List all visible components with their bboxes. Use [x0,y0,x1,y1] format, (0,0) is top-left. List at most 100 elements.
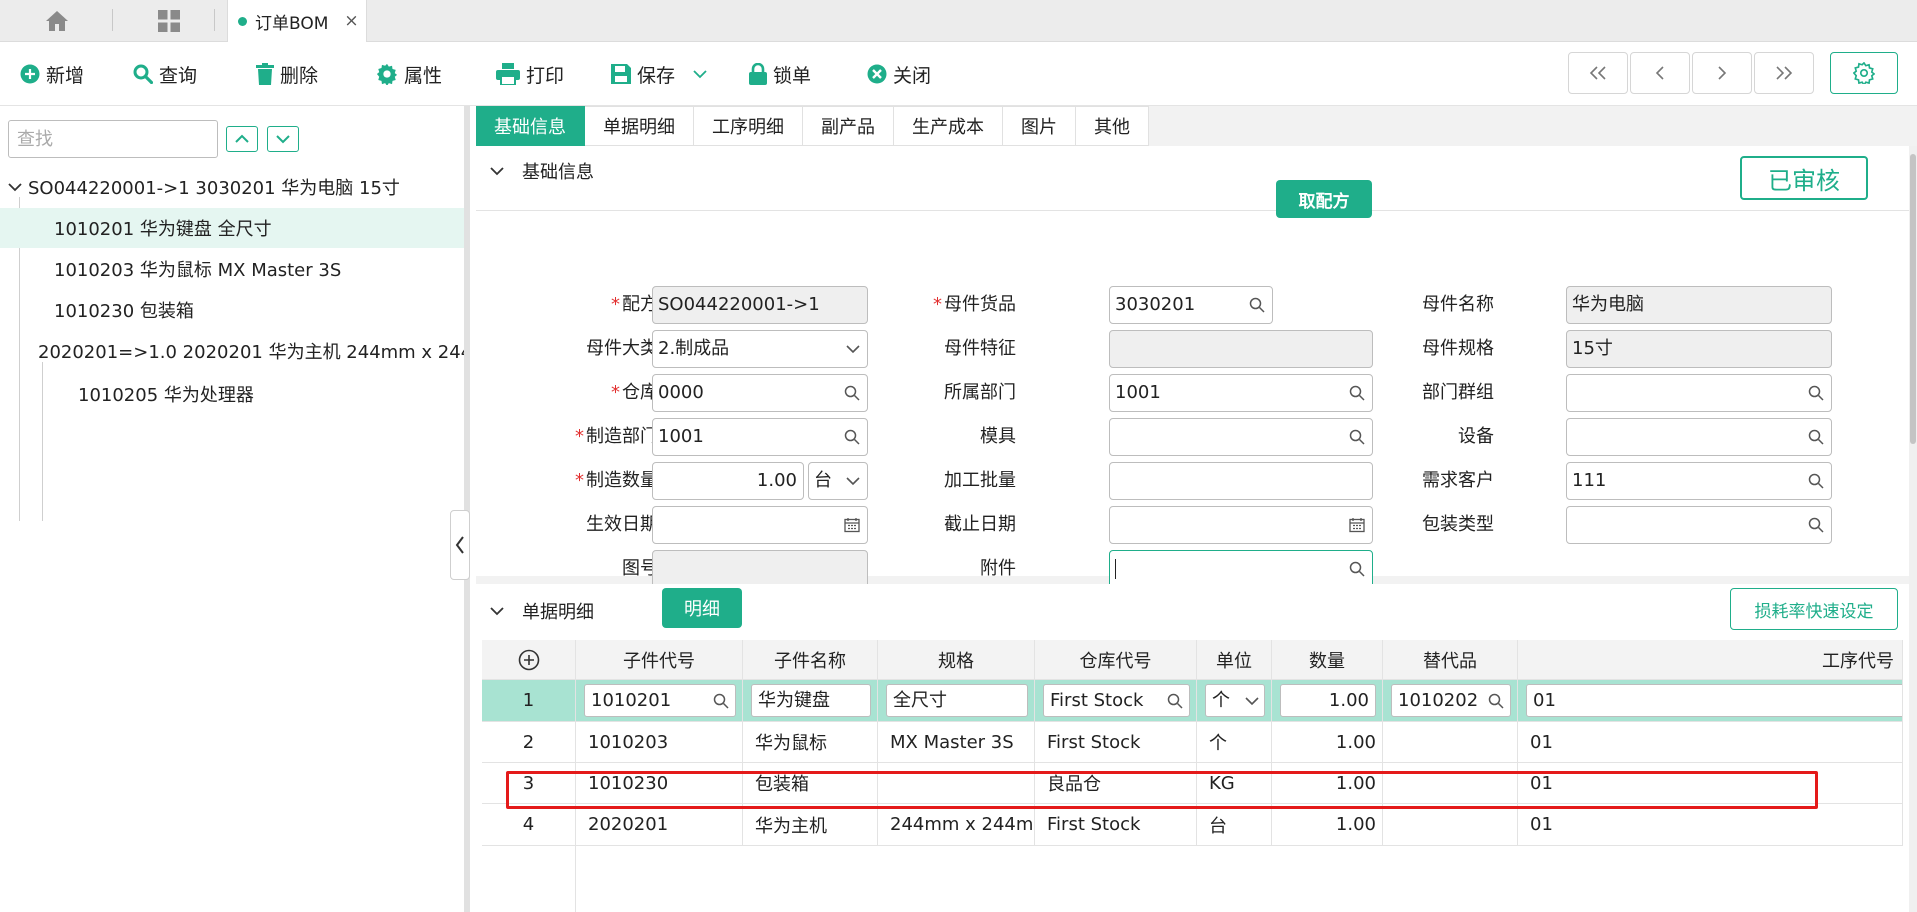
tab-production-cost[interactable]: 生产成本 [894,106,1003,146]
tab-process-detail[interactable]: 工序明细 [694,106,803,146]
next-record-button[interactable] [1692,52,1752,94]
cell-qty[interactable]: 1.00 [1272,763,1383,803]
cell-code[interactable]: 1010203 [576,722,743,762]
cell-process[interactable]: 01 [1518,763,1903,803]
property-button[interactable]: 属性 [376,58,442,90]
tree-search-input[interactable] [8,120,218,158]
pack-type-field[interactable] [1566,506,1832,544]
save-button[interactable]: 保存 [611,58,707,90]
cell-name[interactable]: 包装箱 [743,763,878,803]
tab-close-icon[interactable]: × [344,11,358,31]
cell-qty[interactable]: 1.00 [1272,804,1383,845]
add-row-icon[interactable] [482,640,576,679]
cell-process[interactable]: 01 [1518,680,1903,721]
col-header-spec[interactable]: 规格 [878,640,1035,679]
cell-unit[interactable]: 台 [1197,804,1272,845]
delete-button[interactable]: 删除 [256,58,318,90]
cell-code[interactable]: 2020201 [576,804,743,845]
detail-button[interactable]: 明细 [662,588,742,628]
cell-unit[interactable]: KG [1197,763,1272,803]
prev-record-button[interactable] [1630,52,1690,94]
cell-name[interactable]: 华为主机 [743,804,878,845]
cell-qty[interactable]: 1.00 [1272,680,1383,721]
cell-spec[interactable] [878,763,1035,803]
parent-category-select[interactable]: 2.制成品 [652,330,868,368]
tree-node-host[interactable]: 2020201=>1.0 2020201 华为主机 244mm x 244mm3 [0,331,464,371]
cell-name[interactable]: 华为鼠标 [743,722,878,762]
tab-images[interactable]: 图片 [1003,106,1076,146]
table-row[interactable]: 3 1010230 包装箱 良品仓 KG 1.00 01 [482,763,1903,804]
effective-date-field[interactable] [652,506,868,544]
col-header-process[interactable]: 工序代号 [1518,640,1903,679]
col-header-code[interactable]: 子件代号 [576,640,743,679]
col-header-warehouse[interactable]: 仓库代号 [1035,640,1197,679]
mfg-qty-field[interactable]: 1.00 [652,462,804,500]
settings-button[interactable] [1830,52,1898,94]
cell-code[interactable]: 1010201 [576,680,743,721]
col-header-qty[interactable]: 数量 [1272,640,1383,679]
parent-goods-field[interactable]: 3030201 [1109,286,1273,324]
tab-other[interactable]: 其他 [1076,106,1149,146]
tree-node-keyboard[interactable]: 1010201 华为键盘 全尺寸 [0,208,464,248]
scrollbar-thumb[interactable] [1910,154,1916,444]
col-header-name[interactable]: 子件名称 [743,640,878,679]
table-row[interactable]: 2 1010203 华为鼠标 MX Master 3S First Stock … [482,722,1903,763]
equipment-field[interactable] [1566,418,1832,456]
loss-rate-quick-set-button[interactable]: 损耗率快速设定 [1730,588,1898,630]
tree-node-root[interactable]: SO044220001->1 3030201 华为电脑 15寸 [0,167,464,207]
cell-warehouse[interactable]: 良品仓 [1035,763,1197,803]
cell-code[interactable]: 1010230 [576,763,743,803]
basic-info-header[interactable]: 基础信息 [490,158,594,184]
query-button[interactable]: 查询 [133,58,197,90]
lock-order-button[interactable]: 锁单 [749,58,811,90]
home-icon[interactable] [28,6,86,36]
mfg-dept-field[interactable]: 1001 [652,418,868,456]
col-header-substitute[interactable]: 替代品 [1383,640,1518,679]
cell-spec[interactable]: 244mm x 244mm3 [878,804,1035,845]
close-button[interactable]: 关闭 [867,58,931,90]
table-row[interactable]: 1 1010201 华为键盘 全尺寸 First Stock 个 1.00 10… [482,680,1903,722]
cell-unit[interactable]: 个 [1197,722,1272,762]
cell-substitute[interactable]: 1010202 [1383,680,1518,721]
doc-detail-header[interactable]: 单据明细 [490,598,594,624]
cell-name[interactable]: 华为键盘 [743,680,878,721]
first-record-button[interactable] [1568,52,1628,94]
cell-substitute[interactable] [1383,763,1518,803]
search-prev-button[interactable] [226,126,258,152]
tree-node-mouse[interactable]: 1010203 华为鼠标 MX Master 3S [0,249,464,289]
take-recipe-button[interactable]: 取配方 [1276,180,1372,218]
parent-spec-field[interactable]: 15寸 [1566,330,1832,368]
cell-process[interactable]: 01 [1518,722,1903,762]
table-row[interactable]: 4 2020201 华为主机 244mm x 244mm3 First Stoc… [482,804,1903,846]
cell-warehouse[interactable]: First Stock [1035,680,1197,721]
attachment-field[interactable] [1109,550,1373,588]
tab-order-bom[interactable]: 订单BOM × [227,0,367,42]
recipe-field[interactable]: SO044220001->1 [652,286,868,324]
tree-node-cpu[interactable]: 1010205 华为处理器 [0,374,464,414]
cell-process[interactable]: 01 [1518,804,1903,845]
tree-node-box[interactable]: 1010230 包装箱 [0,290,464,330]
collapse-panel-button[interactable] [450,510,470,580]
search-next-button[interactable] [267,126,299,152]
dept-group-field[interactable] [1566,374,1832,412]
cell-spec[interactable]: MX Master 3S [878,722,1035,762]
tab-by-product[interactable]: 副产品 [803,106,894,146]
last-record-button[interactable] [1754,52,1814,94]
tab-doc-detail[interactable]: 单据明细 [585,106,694,146]
parent-name-field[interactable]: 华为电脑 [1566,286,1832,324]
col-header-unit[interactable]: 单位 [1197,640,1272,679]
grid-apps-icon[interactable] [140,6,198,36]
cell-spec[interactable]: 全尺寸 [878,680,1035,721]
cell-unit[interactable]: 个 [1197,680,1272,721]
cell-warehouse[interactable]: First Stock [1035,722,1197,762]
cell-warehouse[interactable]: First Stock [1035,804,1197,845]
drawing-no-field[interactable] [652,550,868,588]
tab-basic-info[interactable]: 基础信息 [476,106,585,146]
cell-qty[interactable]: 1.00 [1272,722,1383,762]
customer-field[interactable]: 111 [1566,462,1832,500]
vertical-scrollbar[interactable] [1909,146,1917,912]
cell-substitute[interactable] [1383,722,1518,762]
warehouse-field[interactable]: 0000 [652,374,868,412]
print-button[interactable]: 打印 [496,58,564,90]
add-button[interactable]: 新增 [20,58,84,90]
